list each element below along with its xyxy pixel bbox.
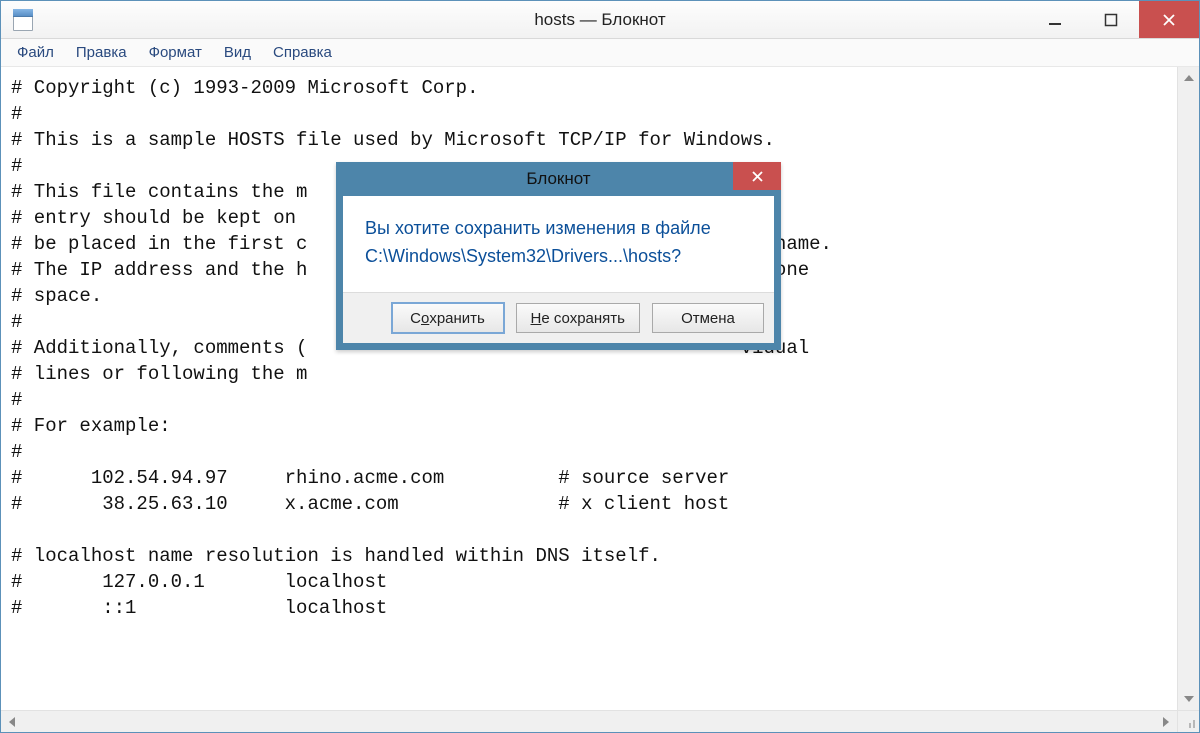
save-button-suffix: хранить [429, 310, 485, 327]
titlebar: hosts — Блокнот [1, 1, 1199, 39]
arrow-left-icon [9, 717, 15, 727]
scroll-right-button[interactable] [1155, 711, 1177, 732]
dialog-titlebar: Блокнот [336, 162, 781, 196]
window-title: hosts — Блокнот [1, 10, 1199, 30]
scroll-left-button[interactable] [1, 711, 23, 732]
hscroll-track[interactable] [23, 711, 1155, 732]
dialog-body: Вы хотите сохранить изменения в файле C:… [343, 196, 774, 292]
menu-view[interactable]: Вид [214, 41, 261, 64]
dialog-footer: Сохранить Не сохранять Отмена [343, 292, 774, 343]
save-button-accel: о [421, 310, 429, 327]
menubar: Файл Правка Формат Вид Справка [1, 39, 1199, 67]
arrow-right-icon [1163, 717, 1169, 727]
horizontal-scrollbar[interactable] [1, 710, 1177, 732]
close-button[interactable] [1139, 1, 1199, 38]
window-controls [1027, 1, 1199, 38]
dialog-close-button[interactable] [733, 162, 781, 190]
menu-help[interactable]: Справка [263, 41, 342, 64]
dont-save-suffix: е сохранять [541, 310, 625, 327]
maximize-icon [1104, 13, 1118, 27]
save-dialog: Блокнот Вы хотите сохранить изменения в … [336, 162, 781, 350]
cancel-button[interactable]: Отмена [652, 303, 764, 333]
close-icon [1162, 13, 1176, 27]
close-icon [751, 170, 764, 183]
scroll-up-button[interactable] [1178, 67, 1199, 89]
maximize-button[interactable] [1083, 1, 1139, 38]
minimize-icon [1048, 13, 1062, 27]
dialog-title: Блокнот [526, 169, 590, 189]
menu-edit[interactable]: Правка [66, 41, 137, 64]
dont-save-accel: Н [531, 310, 542, 327]
save-button[interactable]: Сохранить [392, 303, 504, 333]
resize-grip[interactable] [1177, 710, 1199, 732]
arrow-down-icon [1184, 696, 1194, 702]
save-button-prefix: С [410, 310, 421, 327]
notepad-window: hosts — Блокнот Файл Правка Формат Вид С… [0, 0, 1200, 733]
arrow-up-icon [1184, 75, 1194, 81]
minimize-button[interactable] [1027, 1, 1083, 38]
vscroll-track[interactable] [1178, 89, 1199, 688]
dialog-message-line2: C:\Windows\System32\Drivers...\hosts? [365, 242, 752, 270]
vertical-scrollbar[interactable] [1177, 67, 1199, 710]
scroll-down-button[interactable] [1178, 688, 1199, 710]
dialog-message-line1: Вы хотите сохранить изменения в файле [365, 214, 752, 242]
menu-file[interactable]: Файл [7, 41, 64, 64]
notepad-icon [13, 9, 33, 31]
menu-format[interactable]: Формат [139, 41, 212, 64]
dont-save-button[interactable]: Не сохранять [516, 303, 640, 333]
